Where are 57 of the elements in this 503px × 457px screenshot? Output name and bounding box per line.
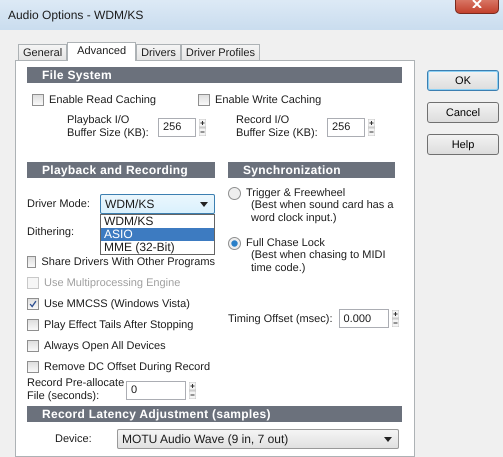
window-title: Audio Options - WDM/KS [7, 8, 144, 22]
radio-label: Full Chase Lock [246, 237, 326, 249]
radio-label: Trigger & Freewheel [246, 187, 346, 199]
section-header: File System [27, 67, 402, 83]
radio-button[interactable] [228, 237, 241, 250]
tab[interactable]: General [18, 44, 68, 60]
checkbox-label: Enable Read Caching [49, 94, 156, 106]
field-label: Record I/O Buffer Size (KB): [236, 114, 319, 140]
field-label: Timing Offset (msec): [228, 312, 333, 324]
tab[interactable]: Drivers [136, 44, 181, 60]
checkbox-label: Play Effect Tails After Stopping [44, 318, 194, 330]
field-label: Dithering: [27, 225, 76, 240]
close-icon [472, 0, 482, 8]
caret-icon [384, 436, 392, 442]
checkbox[interactable] [27, 360, 39, 372]
checkbox-label: Enable Write Caching [215, 94, 322, 106]
checkbox[interactable] [27, 340, 39, 352]
checkbox-label: Share Drivers With Other Programs [41, 256, 215, 268]
radio-description: (Best when chasing to MIDI time code.) [250, 249, 386, 275]
caret-icon [200, 202, 208, 206]
driver-mode-dropdown[interactable]: WDM/KS [100, 194, 215, 214]
input-field[interactable]: 256 [327, 118, 365, 136]
dialog-button[interactable]: Cancel [427, 102, 499, 123]
field-label: Driver Mode: [27, 198, 91, 210]
field-label: Device: [54, 433, 93, 445]
checkbox[interactable] [27, 298, 39, 310]
field-label: Record Pre-allocate File (seconds): [27, 377, 122, 403]
section-header: Synchronization [228, 162, 395, 178]
field-label: Playback I/O Buffer Size (KB): [67, 114, 150, 140]
checkbox[interactable] [32, 94, 44, 106]
checkbox[interactable] [27, 318, 39, 330]
dropdown-option[interactable]: MME (32-Bit) [101, 241, 214, 254]
section-header: Record Latency Adjustment (samples) [27, 406, 402, 422]
checkbox-label: Use Multiprocessing Engine [44, 276, 180, 288]
section-header: Playback and Recording [27, 162, 215, 178]
input-field[interactable]: 0 [126, 380, 186, 400]
checkbox[interactable] [198, 94, 210, 106]
close-button[interactable] [455, 0, 499, 14]
dropdown-option[interactable]: ASIO [101, 228, 214, 241]
dialog-button[interactable]: Help [427, 134, 499, 155]
dropdown-option[interactable]: WDM/KS [101, 215, 214, 228]
checkbox[interactable] [27, 256, 36, 268]
tab[interactable]: Driver Profiles [180, 44, 260, 60]
spinner-icon[interactable] [368, 118, 375, 136]
radio-button[interactable] [228, 187, 241, 200]
device-dropdown[interactable]: MOTU Audio Wave (9 in, 7 out) [117, 429, 399, 449]
spinner-icon[interactable] [199, 118, 206, 136]
dialog-button[interactable]: OK [427, 70, 499, 91]
radio-description: (Best when sound card has a word clock input.) [250, 199, 394, 225]
checkbox-label: Use MMCSS (Windows Vista) [44, 298, 190, 310]
spinner-icon[interactable] [392, 310, 399, 327]
checkbox-label: Remove DC Offset During Record [44, 360, 210, 372]
tab[interactable]: Advanced [67, 42, 136, 61]
checkbox-label: Always Open All Devices [44, 340, 166, 352]
input-field[interactable]: 256 [158, 118, 196, 136]
input-field[interactable]: 0.000 [338, 309, 389, 328]
spinner-icon[interactable] [189, 382, 196, 398]
